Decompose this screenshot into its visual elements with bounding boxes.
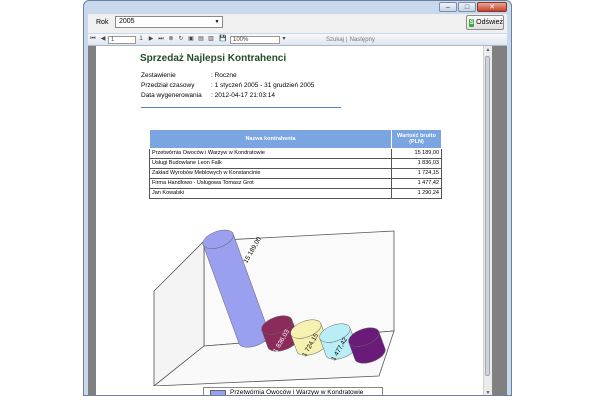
print-icon[interactable]: ▣ [186, 35, 196, 44]
divider [141, 107, 341, 108]
stop-icon[interactable]: ⊗ [166, 35, 176, 44]
meta-value: : 1 styczeń 2005 - 31 grudzień 2005 [211, 82, 315, 89]
refresh-button[interactable]: S Odśwież [466, 15, 504, 30]
table-header-name: Nazwa kontrahenta [149, 129, 392, 149]
legend-label: Przetwórnia Owoców i Warzyw w Kondratowi… [230, 389, 364, 396]
meta-key: Zestawienie [141, 72, 176, 79]
table-row: Firma Handlowo - Usługowa Tomasz Grot 1 4… [149, 178, 442, 189]
chevron-down-icon: ▼ [214, 19, 220, 25]
report-page: Sprzedaż Najlepsi Kontrahenci Zestawieni… [96, 46, 492, 396]
page-setup-icon[interactable]: ▥ [206, 35, 216, 44]
viewer-toolbar: ⏮ ◀ 1 1 ▶ ⏭ ⊗ ↻ ▣ ▤ ▥ 💾 100% ▾ Szukaj | … [88, 34, 507, 46]
report-meta: Zestawienie : Roczne Przedział czasowy : 1… [141, 71, 314, 101]
vertical-scrollbar[interactable]: ▲ ▼ [483, 46, 492, 395]
contractors-table: Nazwa kontrahenta Wartość brutto (PLN) P… [149, 129, 442, 199]
table-cell-value: 1 724,15 [391, 168, 442, 179]
zoom-select[interactable]: 100% [230, 35, 280, 44]
table-cell-value: 1 477,42 [391, 178, 442, 189]
scrollbar-thumb[interactable] [485, 56, 490, 376]
chart-legend: Przetwórnia Owoców i Warzyw w Kondratowi… [203, 387, 383, 396]
page-total: 1 [139, 36, 143, 42]
meta-value: : Roczne [211, 72, 237, 79]
table-row: Przetwórnia Owoców i Warzyw w Kondratowi… [149, 148, 442, 159]
page-number-input[interactable]: 1 [108, 35, 136, 44]
year-select-value: 2005 [119, 18, 135, 25]
report-window: – □ ✕ Rok 2005 ▼ S Odśwież ⏮ ◀ 1 1 ▶ ⏭ ⊗… [83, 0, 512, 396]
next-link[interactable]: Następny [350, 37, 375, 43]
report-viewer[interactable]: Sprzedaż Najlepsi Kontrahenci Zestawieni… [88, 46, 507, 395]
last-page-icon[interactable]: ⏭ [156, 35, 166, 44]
chevron-down-icon[interactable]: ▾ [280, 35, 288, 44]
next-page-icon[interactable]: ▶ [146, 35, 156, 44]
meta-key: Data wygenerowania [141, 92, 202, 99]
export-icon[interactable]: 💾 [216, 35, 230, 44]
scroll-up-icon[interactable]: ▲ [484, 46, 492, 54]
first-page-icon[interactable]: ⏮ [88, 35, 98, 44]
refresh-icon: S [469, 18, 475, 27]
table-cell-name: Przetwórnia Owoców i Warzyw w Kondratowi… [149, 148, 392, 159]
maximize-button[interactable]: □ [458, 2, 476, 12]
refresh-report-icon[interactable]: ↻ [176, 35, 186, 44]
find-link[interactable]: Szukaj [326, 37, 344, 43]
meta-value: : 2012-04-17 21:03:14 [211, 92, 275, 99]
table-row: Usługi Budowlane Leon Falk 1 836,03 [149, 158, 442, 169]
table-cell-name: Firma Handlowo - Usługowa Tomasz Grot [149, 178, 392, 189]
table-header-value: Wartość brutto (PLN) [391, 129, 442, 149]
year-select[interactable]: 2005 ▼ [115, 16, 223, 28]
meta-key: Przedział czasowy [141, 82, 195, 89]
scroll-down-icon[interactable]: ▼ [484, 389, 492, 395]
refresh-label: Odśwież [476, 19, 503, 26]
filter-bar: Rok 2005 ▼ S Odśwież [88, 14, 507, 33]
year-label: Rok [96, 19, 109, 26]
table-cell-name: Usługi Budowlane Leon Falk [149, 158, 392, 169]
minimize-button[interactable]: – [439, 2, 457, 12]
window-controls: – □ ✕ [439, 2, 507, 12]
layout-icon[interactable]: ▤ [196, 35, 206, 44]
table-row: Zakład Wyrobów Meblowych w Konstancinie 1… [149, 168, 442, 179]
table-cell-value: 1 836,03 [391, 158, 442, 169]
close-button[interactable]: ✕ [477, 2, 507, 12]
bar-chart-3d: 15 189,001 836,03 1 724,15 1 477,42 [153, 229, 395, 386]
prev-page-icon[interactable]: ◀ [98, 35, 108, 44]
table-cell-name: Zakład Wyrobów Meblowych w Konstancinie [149, 168, 392, 179]
report-title: Sprzedaż Najlepsi Kontrahenci [140, 53, 287, 64]
toolbar-separator: | [346, 36, 348, 43]
table-cell-value: 15 189,00 [391, 148, 442, 159]
legend-swatch [210, 389, 226, 395]
